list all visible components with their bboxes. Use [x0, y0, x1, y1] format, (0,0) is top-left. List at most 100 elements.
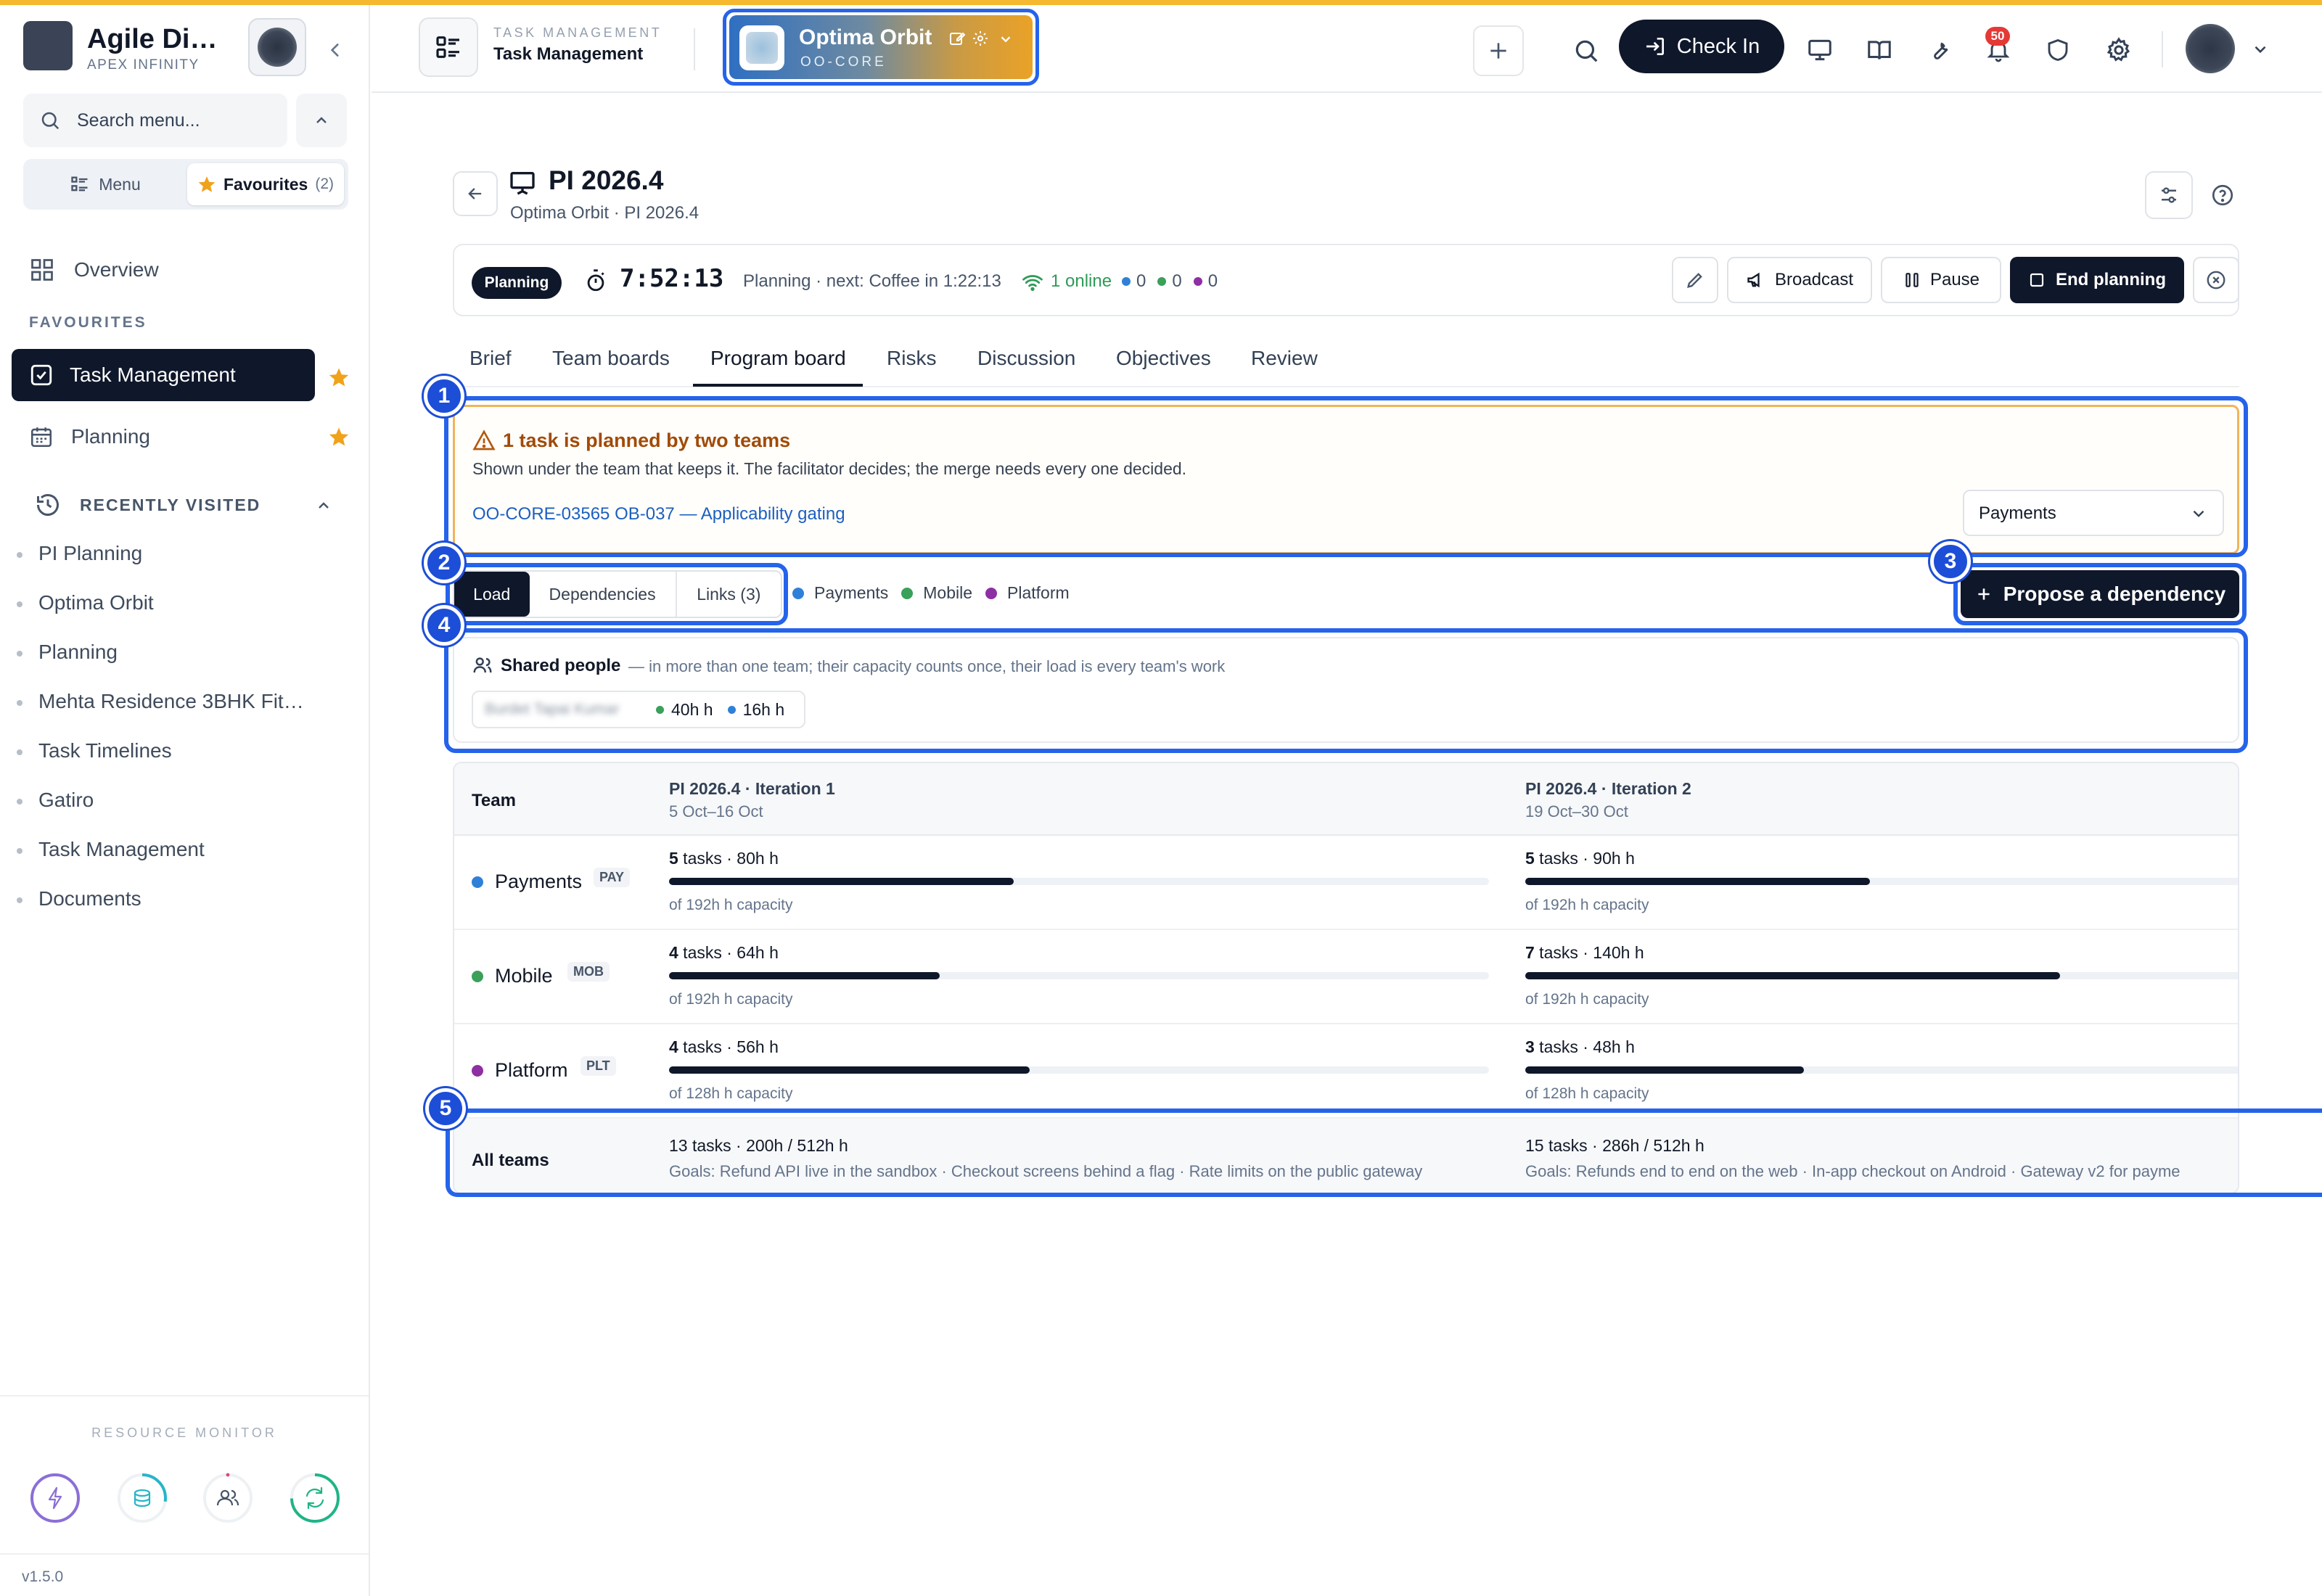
- pause-button[interactable]: Pause: [1881, 257, 2001, 303]
- notifications-button[interactable]: 50: [1978, 27, 2019, 70]
- header-divider: [694, 28, 695, 70]
- load-cell: 4 tasks · 64h h of 192h h capacity: [669, 943, 1489, 1016]
- team-name: Payments: [495, 871, 583, 892]
- recent-item[interactable]: Task Timelines: [17, 739, 172, 762]
- team-name: Mobile: [495, 965, 553, 987]
- load-cell: 4 tasks · 56h h of 128h h capacity: [669, 1037, 1489, 1110]
- list-icon: [436, 36, 459, 58]
- iteration-header: PI 2026.4 · Iteration 1: [669, 779, 835, 798]
- recent-item[interactable]: Planning: [17, 641, 118, 664]
- task-count: 5: [669, 849, 678, 868]
- recent-item[interactable]: Mehta Residence 3BHK Fit…: [17, 690, 304, 713]
- capacity-fill: [1525, 878, 1870, 885]
- recent-item[interactable]: PI Planning: [16, 542, 142, 565]
- chevron-down-icon[interactable]: [2251, 40, 2270, 59]
- edit-icon[interactable]: [948, 30, 966, 47]
- capacity-fill: [1525, 1066, 1804, 1074]
- task-hours: tasks · 56h h: [678, 1037, 779, 1056]
- annotation-badge: 4: [424, 605, 464, 646]
- recent-item[interactable]: Optima Orbit: [17, 591, 154, 614]
- app-org: APEX INFINITY: [87, 57, 200, 73]
- favourites-heading: FAVOURITES: [29, 314, 147, 331]
- online-count: 1 online: [1051, 271, 1112, 291]
- settings-button[interactable]: [2099, 30, 2139, 70]
- tools-button[interactable]: [1919, 30, 1959, 70]
- shield-icon: [2048, 38, 2068, 61]
- collapse-sidebar-icon[interactable]: [322, 37, 348, 63]
- favourites-tab[interactable]: Favourites (2): [187, 163, 344, 205]
- login-icon: [1646, 38, 1664, 55]
- module-switcher-button[interactable]: [419, 17, 478, 77]
- app-version: v1.5.0: [22, 1568, 64, 1585]
- app-logo: [23, 21, 73, 70]
- sync-monitor[interactable]: [289, 1472, 341, 1524]
- search-input[interactable]: Search menu...: [23, 94, 287, 147]
- favourite-star-icon[interactable]: [328, 426, 350, 448]
- help-button[interactable]: [2206, 178, 2239, 212]
- task-count: 5: [1525, 849, 1535, 868]
- annotation-badge: 1: [424, 376, 464, 416]
- sliders-icon: [2162, 187, 2176, 203]
- team-column-header: Team: [472, 791, 516, 810]
- task-count: 4: [669, 1037, 678, 1056]
- add-button[interactable]: [1473, 25, 1524, 76]
- overview-nav-item[interactable]: Overview: [29, 252, 159, 288]
- end-planning-button[interactable]: End planning: [2010, 257, 2184, 303]
- monitor-button[interactable]: [1800, 30, 1840, 70]
- tab-team-boards[interactable]: Team boards: [552, 347, 670, 370]
- tab-discussion[interactable]: Discussion: [977, 347, 1075, 370]
- cpu-monitor[interactable]: [29, 1472, 81, 1524]
- chevron-down-icon[interactable]: [998, 31, 1014, 47]
- load-cell: 7 tasks · 140h h of 192h h capacity: [1525, 943, 2238, 1016]
- team-code: MOB: [567, 962, 610, 982]
- history-icon: [37, 494, 59, 517]
- back-button[interactable]: [453, 171, 498, 216]
- tab-risks[interactable]: Risks: [887, 347, 936, 370]
- edit-session-button[interactable]: [1672, 257, 1718, 303]
- annotation-badge: 3: [1930, 541, 1971, 582]
- gear-icon[interactable]: [972, 30, 989, 47]
- favourite-star-icon[interactable]: [328, 366, 350, 388]
- recent-item[interactable]: Documents: [17, 887, 141, 910]
- iteration-header: PI 2026.4 · Iteration 2: [1525, 779, 1691, 798]
- security-button[interactable]: [2038, 30, 2078, 70]
- recent-item[interactable]: Task Management: [17, 838, 205, 861]
- recent-item[interactable]: Gatiro: [16, 789, 94, 812]
- book-icon: [1868, 41, 1891, 59]
- filter-settings-button[interactable]: [2145, 171, 2193, 219]
- iteration-dates: 5 Oct–16 Oct: [669, 802, 763, 820]
- status-badge: Planning: [472, 267, 562, 299]
- docs-button[interactable]: [1859, 30, 1900, 70]
- favourite-task-management[interactable]: Task Management: [12, 349, 315, 401]
- table-header-row: [454, 763, 2238, 836]
- tab-objectives[interactable]: Objectives: [1116, 347, 1211, 370]
- user-avatar[interactable]: [2186, 24, 2235, 73]
- monitor-icon: [1808, 39, 1831, 61]
- users-monitor[interactable]: [202, 1472, 254, 1524]
- dashboard-icon: [31, 259, 53, 281]
- breadcrumb: Optima Orbit · PI 2026.4: [510, 203, 700, 223]
- wrench-icon: [1934, 42, 1948, 59]
- database-monitor[interactable]: [116, 1472, 168, 1524]
- team-color-dot: [472, 876, 483, 888]
- chevron-up-icon: [316, 117, 327, 123]
- recently-visited-header[interactable]: RECENTLY VISITED: [35, 488, 332, 522]
- team-legend: Payments Mobile Platform: [792, 583, 1070, 603]
- workspace-avatar[interactable]: [248, 18, 306, 76]
- tab-program-board[interactable]: Program board: [710, 347, 846, 370]
- tab-review[interactable]: Review: [1251, 347, 1318, 370]
- app-name: Agile Di…: [87, 24, 218, 54]
- favourite-planning[interactable]: Planning: [29, 419, 150, 455]
- timer-note: Planning · next: Coffee in 1:22:13: [743, 271, 1001, 291]
- project-switcher[interactable]: Optima Orbit OO-CORE: [723, 9, 1039, 86]
- menu-tab[interactable]: Menu: [28, 163, 183, 205]
- broadcast-button[interactable]: Broadcast: [1727, 257, 1872, 303]
- search-collapse-button[interactable]: [296, 94, 347, 147]
- chevron-up-icon: [319, 502, 329, 509]
- task-count: 3: [1525, 1037, 1535, 1056]
- check-in-button[interactable]: Check In: [1619, 20, 1784, 73]
- close-session-button[interactable]: [2193, 257, 2239, 303]
- project-name: Optima Orbit: [799, 25, 932, 49]
- tab-brief[interactable]: Brief: [469, 347, 512, 370]
- search-button[interactable]: [1566, 30, 1607, 71]
